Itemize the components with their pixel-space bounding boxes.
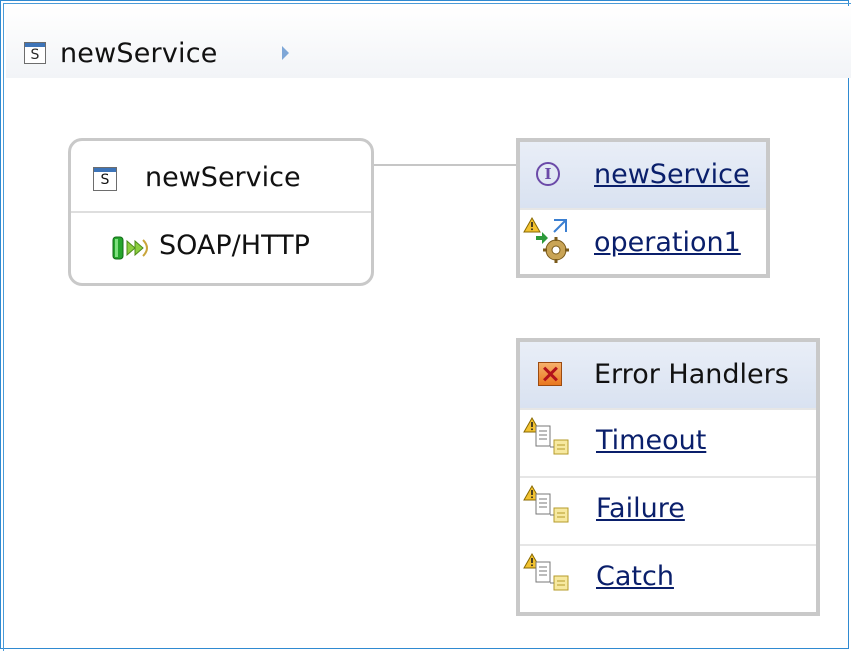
service-icon-letter: S [100, 172, 110, 188]
handler-link-failure[interactable]: Failure [596, 492, 685, 526]
breadcrumb-arrow-icon[interactable] [282, 46, 289, 60]
operation-warning-icon [523, 216, 569, 263]
service-header[interactable]: S newService [71, 141, 371, 213]
interface-link[interactable]: newService [594, 158, 750, 192]
service-box[interactable]: S newService SOAP/HTTP [68, 138, 374, 286]
interface-header[interactable]: I newService [520, 142, 766, 208]
operation-link[interactable]: operation1 [594, 226, 741, 260]
service-interface-connector [374, 164, 518, 166]
handler-warning-icon [523, 416, 569, 455]
breadcrumb: S newService [6, 6, 851, 78]
breadcrumb-title[interactable]: newService [60, 38, 218, 70]
handler-link-catch[interactable]: Catch [596, 560, 674, 594]
handler-row-catch[interactable]: Catch [520, 544, 816, 614]
binding-icon [112, 236, 148, 260]
handler-link-timeout[interactable]: Timeout [596, 424, 706, 458]
handler-row-timeout[interactable]: Timeout [520, 408, 816, 478]
error-handler-icon [538, 362, 562, 386]
service-icon: S [93, 167, 117, 191]
handler-row-failure[interactable]: Failure [520, 476, 816, 546]
handler-warning-icon [523, 484, 569, 523]
operation-row[interactable]: operation1 [520, 208, 766, 276]
interface-icon: I [536, 162, 560, 186]
error-handlers-header[interactable]: Error Handlers [520, 342, 816, 408]
handler-warning-icon [523, 552, 569, 591]
service-icon: S [24, 42, 46, 64]
binding-row[interactable]: SOAP/HTTP [71, 213, 371, 285]
service-icon-letter: S [30, 47, 40, 63]
binding-label: SOAP/HTTP [159, 230, 310, 261]
error-handlers-box[interactable]: Error Handlers Timeout Failure Catch [516, 338, 820, 616]
interface-box[interactable]: I newService operation1 [516, 138, 770, 278]
error-handlers-title: Error Handlers [594, 359, 789, 390]
service-title: newService [145, 162, 301, 193]
